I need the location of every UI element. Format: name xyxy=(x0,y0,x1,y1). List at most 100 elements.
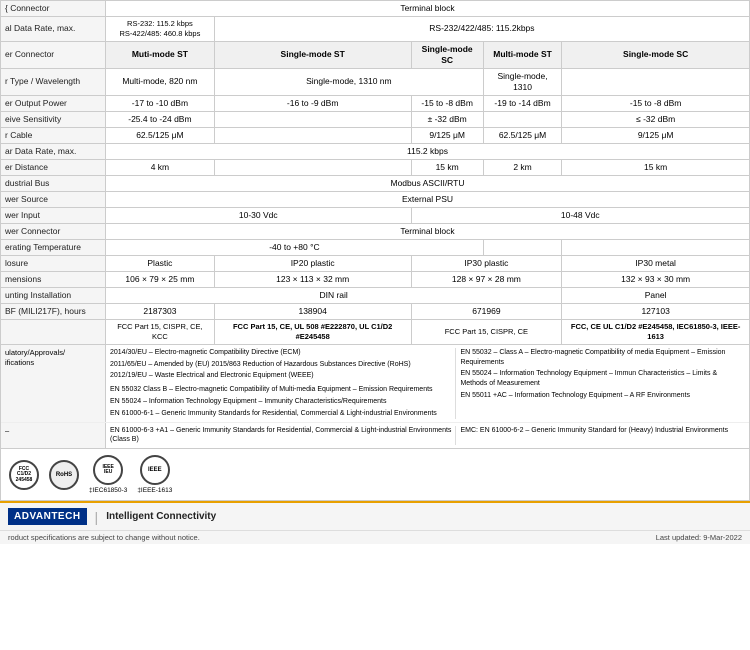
cell-power-input-2: 10-48 Vdc xyxy=(411,208,750,224)
cell-output-power-1: -17 to -10 dBm xyxy=(106,95,215,111)
cell-power-connector: Terminal block xyxy=(106,224,750,240)
cell-power-source: External PSU xyxy=(106,192,750,208)
row-label-fiber-connector: er Connector xyxy=(1,41,106,68)
header-single-mode-sc2: Single-mode SC xyxy=(562,41,750,68)
cell-data-rate-2: RS-232/422/485: 115.2kbps xyxy=(214,17,749,42)
footer-bar: ADVANTECH | Intelligent Connectivity xyxy=(0,501,750,530)
footer-last-updated: Last updated: 9-Mar-2022 xyxy=(656,533,742,542)
cell-cable-2 xyxy=(214,127,411,143)
cell-cable-4: 62.5/125 μM xyxy=(483,127,561,143)
cell-sensitivity-4 xyxy=(483,111,561,127)
cell-mtbf-1: 2187303 xyxy=(106,304,215,320)
row-label-industrial-bus: dustrial Bus xyxy=(1,175,106,191)
row-label-connector: { Connector xyxy=(1,1,106,17)
cell-enclosure-1: Plastic xyxy=(106,256,215,272)
row-label-power-source: wer Source xyxy=(1,192,106,208)
row-label-certifications xyxy=(1,320,106,345)
cell-cert-2: FCC Part 15, CE, UL 508 #E222870, UL C1/… xyxy=(214,320,411,345)
logo-rohs: RoHS xyxy=(49,460,79,490)
cell-distance-1: 4 km xyxy=(106,159,215,175)
cell-industrial-bus: Modbus ASCII/RTU xyxy=(106,175,750,191)
cell-fiber-type-1: Multi-mode, 820 nm xyxy=(106,68,215,95)
row-fiber-cable: r Cable 62.5/125 μM 9/125 μM 62.5/125 μM… xyxy=(1,127,750,143)
footer-disclaimer: roduct specifications are subject to cha… xyxy=(8,533,200,542)
reg-content-1: 2014/30/EU – Electro-magnetic Compatibil… xyxy=(106,345,749,422)
row-label-fiber-cable: r Cable xyxy=(1,127,106,143)
reg-row-1: ulatory/Approvals/ ifications 2014/30/EU… xyxy=(1,345,749,423)
cell-enclosure-4: IP30 metal xyxy=(562,256,750,272)
cell-distance-2 xyxy=(214,159,411,175)
advantech-logo: ADVANTECH xyxy=(8,508,87,525)
cell-output-power-4: -19 to -14 dBm xyxy=(483,95,561,111)
rohs-logo-circle: RoHS xyxy=(49,460,79,490)
cell-sensitivity-1: -25.4 to -24 dBm xyxy=(106,111,215,127)
header-single-mode-sc: Single-mode SC xyxy=(411,41,483,68)
ieee-logo-circle: IEEE xyxy=(140,455,170,485)
cell-data-rate-1: RS-232: 115.2 kbps RS-422/485: 460.8 kbp… xyxy=(106,17,215,42)
cell-mtbf-2: 138904 xyxy=(214,304,411,320)
reg-content-2: EN 61000-6-3 +A1 – Generic Immunity Stan… xyxy=(106,423,749,449)
cell-cable-3: 9/125 μM xyxy=(411,127,483,143)
cell-cable-1: 62.5/125 μM xyxy=(106,127,215,143)
logo-ieee-label: ‡IEEE-1613 xyxy=(137,487,172,494)
cell-cable-5: 9/125 μM xyxy=(562,127,750,143)
cell-temp-3 xyxy=(562,240,750,256)
cell-fiber-type-4 xyxy=(562,68,750,95)
row-mtbf: BF (MILI217F), hours 2187303 138904 6719… xyxy=(1,304,750,320)
row-power-source: wer Source External PSU xyxy=(1,192,750,208)
row-power-input: wer Input 10-30 Vdc 10-48 Vdc xyxy=(1,208,750,224)
cell-output-power-5: -15 to -8 dBm xyxy=(562,95,750,111)
cell-fiber-type-2: Single-mode, 1310 nm xyxy=(214,68,483,95)
row-label-mtbf: BF (MILI217F), hours xyxy=(1,304,106,320)
cell-output-power-2: -16 to -9 dBm xyxy=(214,95,411,111)
cell-sensitivity-5: ≤ -32 dBm xyxy=(562,111,750,127)
cell-sensitivity-3: ± -32 dBm xyxy=(411,111,483,127)
row-label-enclosure: losure xyxy=(1,256,106,272)
row-label-power-connector: wer Connector xyxy=(1,224,106,240)
row-mounting: unting Installation DIN rail Panel xyxy=(1,288,750,304)
cell-dim-1: 106 × 79 × 25 mm xyxy=(106,272,215,288)
cell-mounting-2: Panel xyxy=(562,288,750,304)
row-label-serial-data-rate: ar Data Rate, max. xyxy=(1,143,106,159)
footer-divider: | xyxy=(95,509,99,525)
header-single-mode-st: Single-mode ST xyxy=(214,41,411,68)
row-fiber-distance: er Distance 4 km 15 km 2 km 15 km xyxy=(1,159,750,175)
row-label-output-power: er Output Power xyxy=(1,95,106,111)
cell-mtbf-3: 671969 xyxy=(411,304,562,320)
cell-fiber-type-3: Single-mode, 1310 xyxy=(483,68,561,95)
header-muti-mode-st: Muti-mode ST xyxy=(106,41,215,68)
footer-brand: ADVANTECH | Intelligent Connectivity xyxy=(8,508,216,525)
row-sensitivity: eive Sensitivity -25.4 to -24 dBm ± -32 … xyxy=(1,111,750,127)
row-label-power-input: wer Input xyxy=(1,208,106,224)
cell-dim-3: 128 × 97 × 28 mm xyxy=(411,272,562,288)
row-label-fiber-type: r Type / Wavelength xyxy=(1,68,106,95)
row-certifications: FCC Part 15, CISPR, CE, KCC FCC Part 15,… xyxy=(1,320,750,345)
row-label-mounting: unting Installation xyxy=(1,288,106,304)
ieee-iec-logo-circle: IEEEIEU xyxy=(93,455,123,485)
footer-logos: FCCC1/D2245458 RoHS IEEEIEU ‡IEC61850-3 … xyxy=(0,449,750,501)
row-label-dimensions: mensions xyxy=(1,272,106,288)
row-industrial-bus: dustrial Bus Modbus ASCII/RTU xyxy=(1,175,750,191)
header-multi-mode-st: Multi-mode ST xyxy=(483,41,561,68)
row-fiber-type: r Type / Wavelength Multi-mode, 820 nm S… xyxy=(1,68,750,95)
cell-cert-1: FCC Part 15, CISPR, CE, KCC xyxy=(106,320,215,345)
row-label-data-rate: al Data Rate, max. xyxy=(1,17,106,42)
logo-fcc: FCCC1/D2245458 xyxy=(9,460,39,490)
row-label-fiber-distance: er Distance xyxy=(1,159,106,175)
row-label-sensitivity: eive Sensitivity xyxy=(1,111,106,127)
cell-enclosure-2: IP20 plastic xyxy=(214,256,411,272)
logo-ieee-iec: IEEEIEU ‡IEC61850-3 xyxy=(89,455,127,494)
cell-dim-2: 123 × 113 × 32 mm xyxy=(214,272,411,288)
logo-iec-label: ‡IEC61850-3 xyxy=(89,487,127,494)
row-connector: { Connector Terminal block xyxy=(1,1,750,17)
cell-sensitivity-2 xyxy=(214,111,411,127)
row-data-rate: al Data Rate, max. RS-232: 115.2 kbps RS… xyxy=(1,17,750,42)
row-label-operating-temp: erating Temperature xyxy=(1,240,106,256)
cell-temp-1: -40 to +80 °C xyxy=(106,240,484,256)
cell-output-power-3: -15 to -8 dBm xyxy=(411,95,483,111)
cell-cert-4: FCC, CE UL C1/D2 #E245458, IEC61850-3, I… xyxy=(562,320,750,345)
cell-mounting-1: DIN rail xyxy=(106,288,562,304)
cell-cert-3: FCC Part 15, CISPR, CE xyxy=(411,320,562,345)
cell-distance-5: 15 km xyxy=(562,159,750,175)
cell-dim-4: 132 × 93 × 30 mm xyxy=(562,272,750,288)
